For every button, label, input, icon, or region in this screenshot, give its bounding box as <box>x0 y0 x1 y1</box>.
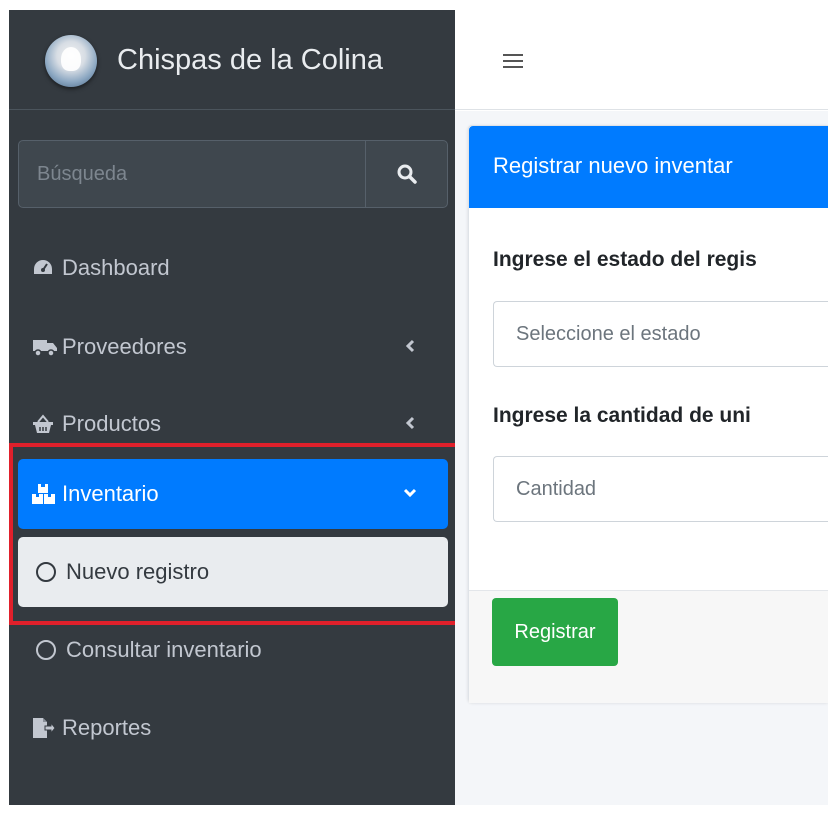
truck-icon <box>32 336 58 358</box>
brand-link[interactable]: Chispas de la Colina <box>9 10 455 110</box>
sidebar-item-reportes[interactable]: Reportes <box>18 693 448 763</box>
file-export-icon <box>32 717 58 739</box>
search-input[interactable] <box>19 141 365 207</box>
tachometer-icon <box>32 257 58 279</box>
brand-name: Chispas de la Colina <box>117 44 383 76</box>
card-title: Registrar nuevo inventar <box>469 126 828 208</box>
sidebar: Chispas de la Colina Dashboard <box>9 10 455 805</box>
quantity-label: Ingrese la cantidad de uni <box>493 404 751 427</box>
chevron-left-icon <box>400 336 420 356</box>
state-label: Ingrese el estado del regis <box>493 248 757 271</box>
chevron-down-icon <box>400 483 420 503</box>
sidebar-search <box>18 140 448 208</box>
sidebar-item-proveedores[interactable]: Proveedores <box>18 312 448 382</box>
hamburger-icon[interactable] <box>503 54 523 70</box>
circle-icon <box>36 640 56 660</box>
basket-icon <box>32 413 58 435</box>
sidebar-item-label: Dashboard <box>62 255 170 280</box>
sidebar-item-label: Consultar inventario <box>66 637 262 662</box>
sidebar-item-label: Inventario <box>62 481 159 506</box>
search-icon <box>397 164 417 184</box>
sidebar-item-label: Nuevo registro <box>66 559 210 584</box>
boxes-icon <box>32 483 58 505</box>
sidebar-item-label: Proveedores <box>62 334 187 359</box>
circle-icon <box>36 562 56 582</box>
state-select[interactable]: Seleccione el estado <box>493 301 828 367</box>
sidebar-item-label: Productos <box>62 411 162 436</box>
sidebar-item-productos[interactable]: Productos <box>18 389 448 459</box>
register-button[interactable]: Registrar <box>492 598 618 666</box>
sidebar-item-nuevo-registro[interactable]: Nuevo registro <box>18 537 448 607</box>
content-wrapper: Registrar nuevo inventar Ingrese el esta… <box>455 111 828 805</box>
state-select-placeholder: Seleccione el estado <box>516 322 701 345</box>
brand-avatar-icon <box>45 35 97 87</box>
sidebar-item-consultar-inventario[interactable]: Consultar inventario <box>18 615 448 685</box>
search-button[interactable] <box>365 141 448 207</box>
sidebar-item-dashboard[interactable]: Dashboard <box>18 233 448 303</box>
sidebar-item-inventario[interactable]: Inventario <box>18 459 448 529</box>
quantity-field[interactable] <box>493 456 828 522</box>
top-navbar <box>455 10 828 110</box>
chevron-left-icon <box>400 413 420 433</box>
sidebar-item-label: Reportes <box>62 715 152 740</box>
